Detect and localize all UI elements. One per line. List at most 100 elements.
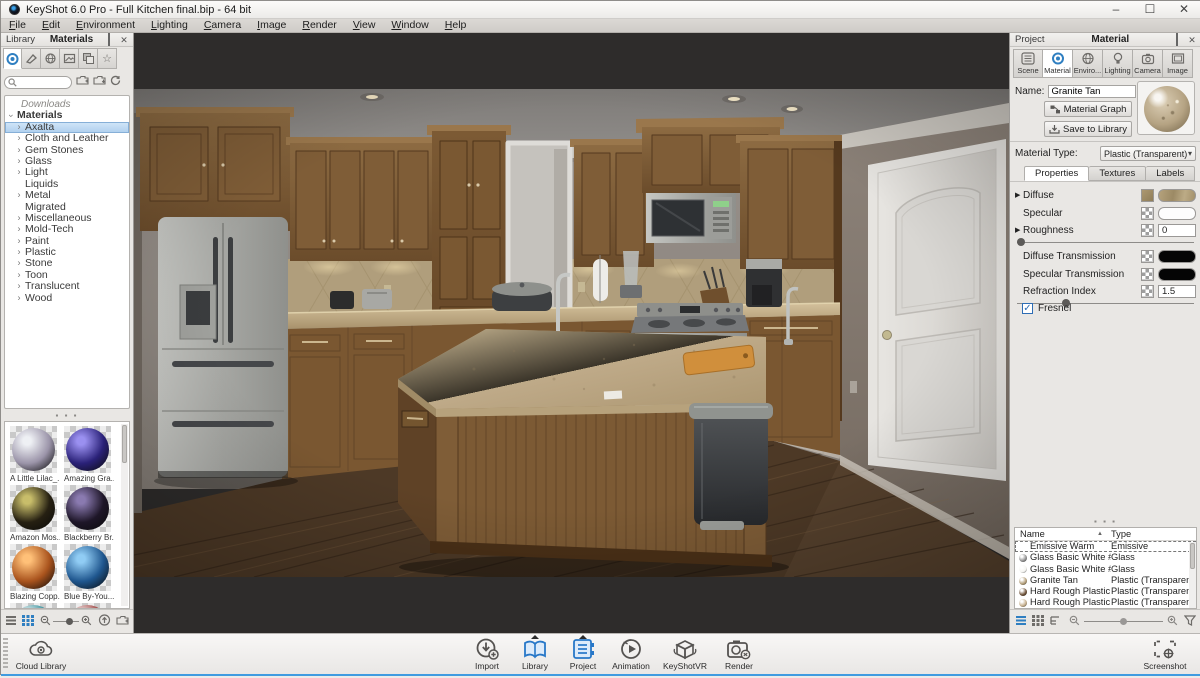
library-tab-environments[interactable] <box>41 48 60 69</box>
thumbnail-size-slider[interactable] <box>53 621 79 622</box>
tree-item-liquids[interactable]: ›Liquids <box>5 179 129 190</box>
material-name-input[interactable] <box>1048 85 1136 98</box>
tree-item-stone[interactable]: ›Stone <box>5 258 129 269</box>
import-folder-icon[interactable] <box>93 73 106 91</box>
subtab-labels[interactable]: Labels <box>1146 166 1195 181</box>
undock-icon[interactable] <box>103 35 115 45</box>
tree-item-wood[interactable]: ›Wood <box>5 293 129 304</box>
expander-icon[interactable]: › <box>15 121 23 132</box>
menu-file[interactable]: File <box>1 19 34 32</box>
refresh-icon[interactable] <box>110 73 121 91</box>
kitchen-render[interactable] <box>134 89 1009 577</box>
expand-icon[interactable]: ▶ <box>1015 191 1022 199</box>
expander-icon[interactable]: › <box>15 155 23 166</box>
maximize-button[interactable]: ☐ <box>1133 1 1167 18</box>
library-search-box[interactable] <box>4 76 72 89</box>
filter-icon[interactable] <box>1184 615 1196 629</box>
menu-camera[interactable]: Camera <box>196 19 249 32</box>
specular-texture-checker[interactable] <box>1141 207 1154 220</box>
subtab-properties[interactable]: Properties <box>1024 166 1089 181</box>
expander-icon[interactable]: › <box>15 292 23 303</box>
add-to-library-icon[interactable] <box>116 613 129 631</box>
expander-icon[interactable]: › <box>15 224 23 235</box>
specular-transmission-swatch[interactable] <box>1158 268 1196 281</box>
diffuse-transmission-checker[interactable] <box>1141 250 1154 263</box>
expander-icon[interactable]: › <box>15 190 23 201</box>
panel-splitter-dots[interactable]: ▪ ▪ ▪ <box>1010 518 1200 526</box>
close-button[interactable]: ✕ <box>1167 1 1200 18</box>
menu-environment[interactable]: Environment <box>68 19 143 32</box>
zoom-in-icon[interactable] <box>81 613 92 631</box>
diffuse-transmission-swatch[interactable] <box>1158 250 1196 263</box>
library-tab-textures[interactable] <box>79 48 98 69</box>
materials-list-scrollbar[interactable] <box>1189 542 1196 608</box>
tree-item-mold-tech[interactable]: ›Mold-Tech <box>5 224 129 235</box>
keyshotvr-button[interactable]: KeyShotVR <box>656 637 714 678</box>
material-thumb[interactable]: Blackberry Br... <box>64 485 114 542</box>
expander-icon[interactable]: › <box>15 235 23 246</box>
project-button[interactable]: Project <box>560 637 606 678</box>
roughness-slider[interactable] <box>1010 238 1200 247</box>
tree-item-cloth-and-leather[interactable]: ›Cloth and Leather <box>5 133 129 144</box>
roughness-value[interactable]: 0 <box>1158 224 1196 237</box>
fresnel-checkbox[interactable]: ✓ <box>1022 303 1033 314</box>
material-type-dropdown[interactable]: Plastic (Transparent) ▾ <box>1100 146 1196 161</box>
grid-view-icon[interactable] <box>1032 615 1044 629</box>
menu-view[interactable]: View <box>345 19 384 32</box>
material-graph-button[interactable]: Material Graph <box>1044 101 1132 117</box>
tab-environment[interactable]: Enviro... <box>1073 49 1103 78</box>
tree-view-icon[interactable] <box>1049 615 1061 629</box>
refraction-index-checker[interactable] <box>1141 285 1154 298</box>
column-type[interactable]: Type <box>1111 528 1196 540</box>
thumbnail-scrollbar[interactable] <box>121 424 128 606</box>
roughness-texture-checker[interactable] <box>1141 224 1154 237</box>
expander-icon[interactable]: › <box>5 112 16 120</box>
material-row[interactable]: Hard Rough Plastic Beige #1 Plastic (Tra… <box>1015 597 1196 608</box>
row-size-slider[interactable] <box>1084 621 1163 622</box>
material-row[interactable]: Granite Tan Plastic (Transparent) <box>1015 575 1196 586</box>
diffuse-color-swatch[interactable] <box>1158 189 1196 202</box>
library-tab-colors[interactable] <box>22 48 41 69</box>
material-row[interactable]: Glass Basic White #1 Glass <box>1015 552 1196 563</box>
close-panel-icon[interactable]: ✕ <box>118 35 130 45</box>
menu-lighting[interactable]: Lighting <box>143 19 196 32</box>
menu-render[interactable]: Render <box>294 19 344 32</box>
library-button[interactable]: Library <box>512 637 558 678</box>
minimize-button[interactable]: – <box>1099 1 1133 18</box>
material-thumb[interactable]: Blue By-You... <box>64 544 114 601</box>
close-panel-icon[interactable]: ✕ <box>1186 35 1198 45</box>
expander-icon[interactable]: › <box>15 281 23 292</box>
library-tab-materials[interactable] <box>3 48 22 69</box>
specular-color-swatch[interactable] <box>1158 207 1196 220</box>
upload-icon[interactable] <box>98 613 111 631</box>
menu-help[interactable]: Help <box>437 19 475 32</box>
expander-icon[interactable]: › <box>15 269 23 280</box>
material-row[interactable]: Emissive Warm Emissive <box>1015 541 1196 552</box>
material-thumb[interactable]: A Little Lilac_... <box>10 426 60 483</box>
expander-icon[interactable]: › <box>15 212 23 223</box>
expander-icon[interactable]: › <box>15 247 23 258</box>
grid-view-icon[interactable] <box>22 613 34 631</box>
zoom-in-icon[interactable] <box>1167 615 1178 629</box>
toolbar-drag-handle[interactable] <box>3 638 8 670</box>
zoom-out-icon[interactable] <box>40 613 51 631</box>
menu-edit[interactable]: Edit <box>34 19 68 32</box>
expander-icon[interactable]: › <box>15 167 23 178</box>
list-view-icon[interactable] <box>1015 615 1027 629</box>
tree-item-paint[interactable]: ›Paint <box>5 236 129 247</box>
material-preview[interactable] <box>1137 81 1195 135</box>
screenshot-button[interactable]: Screenshot <box>1137 637 1193 671</box>
library-tab-favorites[interactable]: ☆ <box>98 48 117 69</box>
expander-icon[interactable]: › <box>15 144 23 155</box>
material-thumb[interactable]: Amazing Gra... <box>64 426 114 483</box>
import-button[interactable]: Import <box>464 637 510 678</box>
tree-root-materials[interactable]: › Materials <box>5 110 129 121</box>
tree-item-translucent[interactable]: ›Translucent <box>5 281 129 292</box>
library-search-input[interactable] <box>17 77 67 87</box>
menu-window[interactable]: Window <box>383 19 436 32</box>
tree-item-plastic[interactable]: ›Plastic <box>5 247 129 258</box>
expander-icon[interactable]: › <box>15 258 23 269</box>
tree-item-gem-stones[interactable]: ›Gem Stones <box>5 145 129 156</box>
add-folder-icon[interactable] <box>76 73 89 91</box>
panel-splitter-dots[interactable]: ▪ ▪ ▪ <box>1 412 133 420</box>
